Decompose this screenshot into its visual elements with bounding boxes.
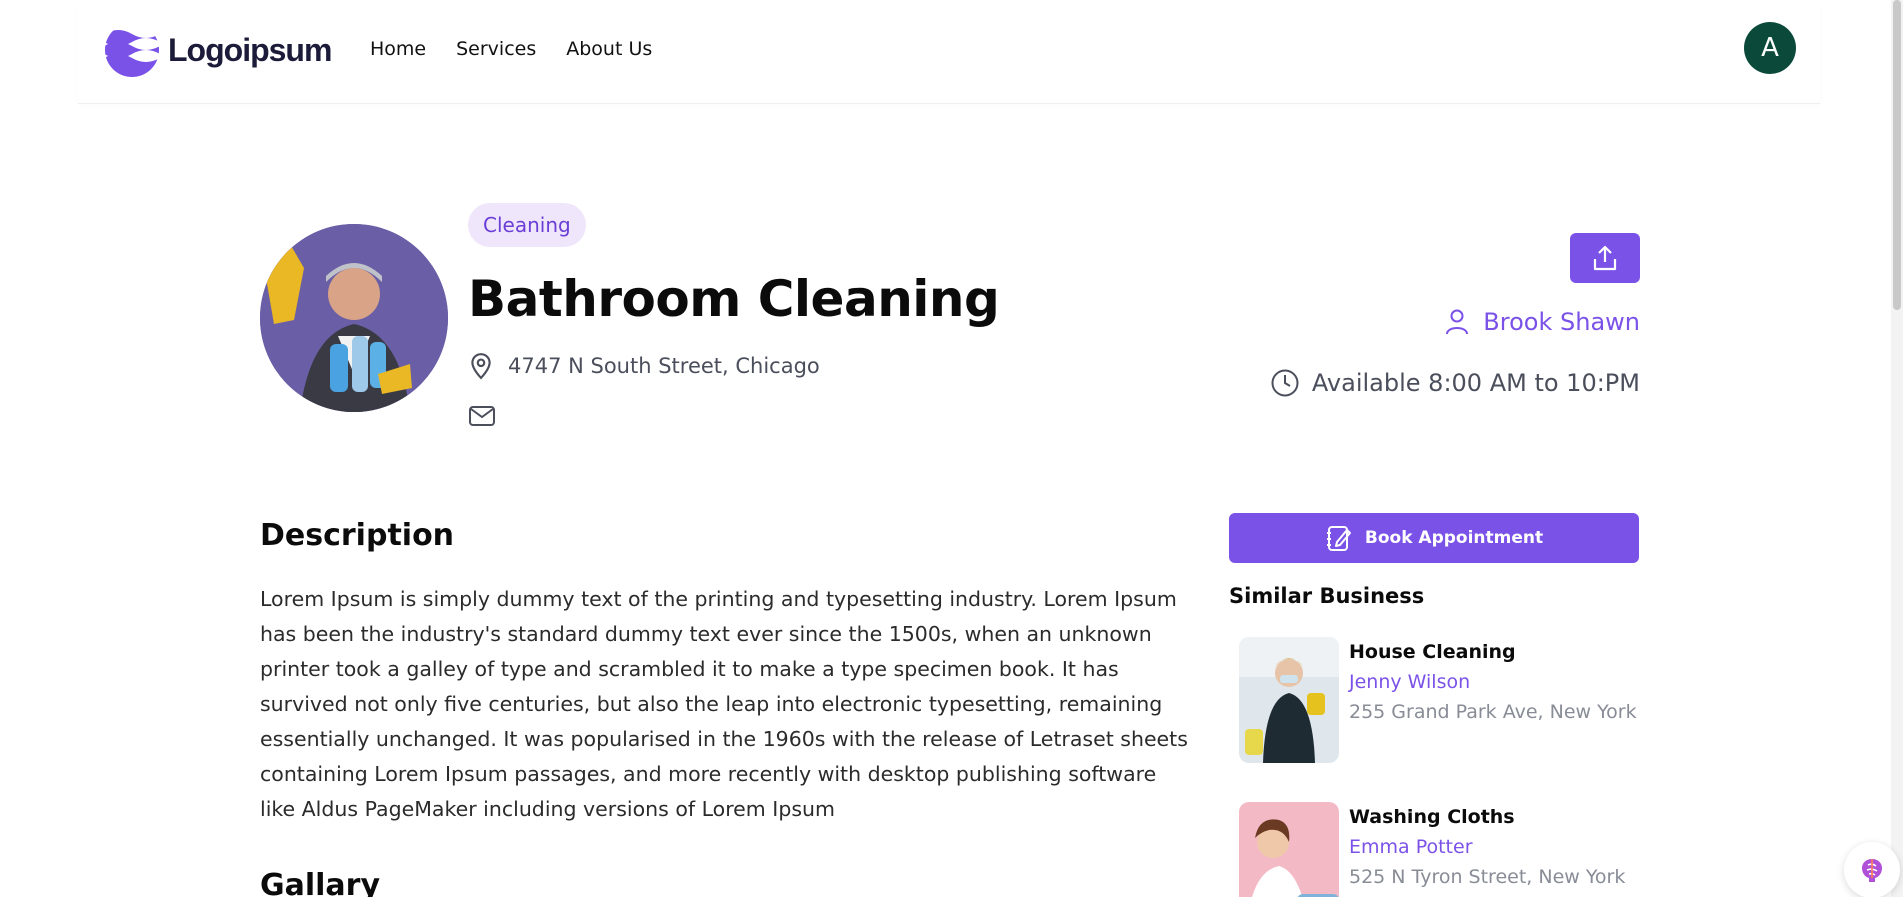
user-avatar[interactable]: A [1744, 22, 1796, 74]
description-text: Lorem Ipsum is simply dummy text of the … [260, 587, 1188, 821]
assistant-brain-icon [1862, 859, 1882, 882]
share-icon [1593, 245, 1617, 271]
hours-text: Available 8:00 AM to 10:PM [1311, 369, 1640, 397]
similar-business-card[interactable]: House Cleaning Jenny Wilson 255 Grand Pa… [1239, 637, 1639, 763]
clock-icon [1271, 369, 1299, 397]
owner-name: Brook Shawn [1483, 308, 1640, 336]
similar-business-owner: Emma Potter [1349, 836, 1473, 858]
cleaner-portrait-image [260, 224, 448, 412]
email-link[interactable] [468, 404, 496, 432]
location-pin-icon [471, 353, 491, 380]
category-badge: Cleaning [468, 203, 586, 247]
nav-about-us[interactable]: About Us [566, 38, 652, 60]
mail-icon [469, 406, 495, 426]
nav-home[interactable]: Home [370, 38, 426, 60]
share-button[interactable] [1570, 233, 1640, 283]
scrollbar-thumb[interactable] [1893, 0, 1901, 310]
description-heading: Description [260, 518, 455, 553]
business-owner[interactable]: Brook Shawn [1445, 308, 1640, 336]
page-scrollbar[interactable] [1891, 0, 1903, 897]
business-thumbnail [1239, 637, 1339, 763]
similar-business-address: 255 Grand Park Ave, New York [1349, 701, 1637, 723]
business-address: 4747 N South Street, Chicago [468, 352, 820, 380]
nav-services[interactable]: Services [456, 38, 536, 60]
similar-business-heading: Similar Business [1229, 584, 1425, 608]
similar-business-name: House Cleaning [1349, 641, 1516, 663]
brand-logo[interactable]: Logoipsum [104, 22, 332, 78]
address-text: 4747 N South Street, Chicago [508, 354, 820, 378]
house-cleaning-image [1239, 637, 1339, 763]
business-profile-photo [260, 224, 448, 412]
business-title: Bathroom Cleaning [468, 270, 1000, 328]
business-thumbnail [1239, 802, 1339, 897]
logo-wave-icon [105, 23, 159, 77]
book-appointment-label: Book Appointment [1364, 528, 1544, 548]
main-nav: Home Services About Us [370, 38, 652, 60]
similar-business-address: 525 N Tyron Street, New York [1349, 866, 1626, 888]
gallery-heading: Gallary [260, 868, 381, 897]
notebook-edit-icon [1326, 526, 1351, 551]
user-icon [1446, 309, 1469, 335]
business-hours: Available 8:00 AM to 10:PM [1270, 368, 1640, 398]
similar-business-owner: Jenny Wilson [1349, 671, 1471, 693]
logo-text: Logoipsum [168, 31, 332, 68]
washing-cloths-image [1239, 802, 1339, 897]
similar-business-card[interactable]: Washing Cloths Emma Potter 525 N Tyron S… [1239, 802, 1639, 897]
top-navbar: Logoipsum Home Services About Us A [78, 0, 1820, 104]
book-appointment-button[interactable]: Book Appointment [1229, 513, 1639, 563]
assistant-button[interactable] [1844, 842, 1900, 897]
similar-business-name: Washing Cloths [1349, 806, 1515, 828]
